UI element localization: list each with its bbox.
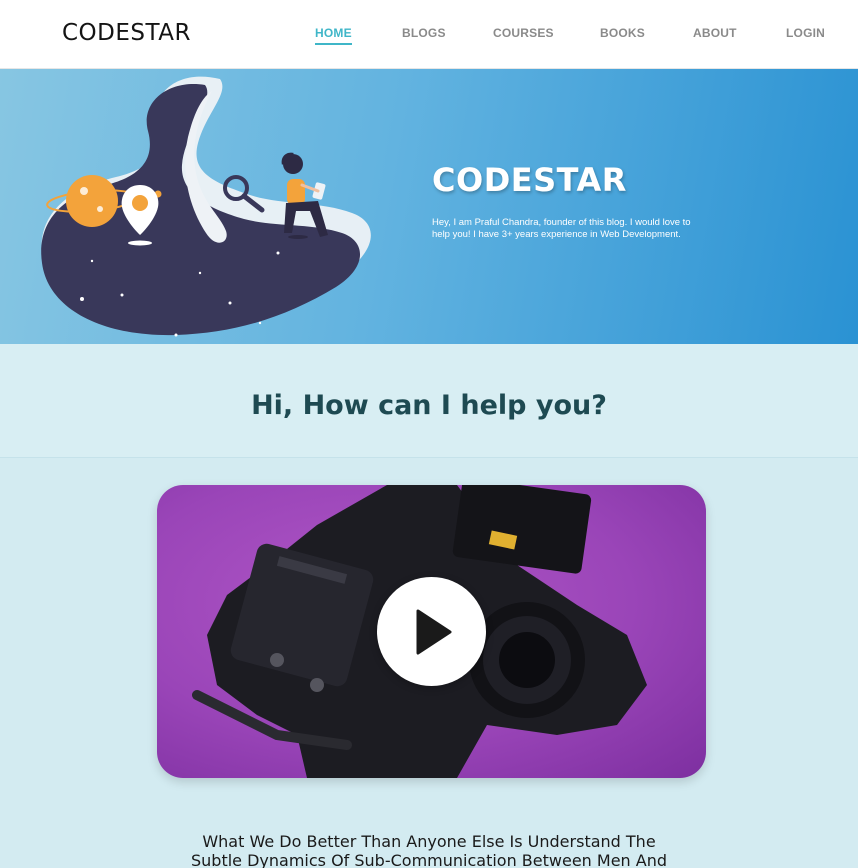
hero-banner: CODESTAR Hey, I am Praful Chandra, found… xyxy=(0,69,858,344)
nav-about[interactable]: ABOUT xyxy=(693,26,737,40)
tagline: What We Do Better Than Anyone Else Is Un… xyxy=(0,832,858,868)
nav-books[interactable]: BOOKS xyxy=(600,26,645,40)
play-icon xyxy=(416,609,452,655)
help-heading: Hi, How can I help you? xyxy=(251,390,607,421)
nav-home[interactable]: HOME xyxy=(315,26,352,45)
main-nav: HOME BLOGS COURSES BOOKS ABOUT LOGIN xyxy=(0,26,858,46)
play-button[interactable] xyxy=(377,577,486,686)
site-header: CODESTAR HOME BLOGS COURSES BOOKS ABOUT … xyxy=(0,0,858,69)
hero-title: CODESTAR xyxy=(432,161,627,199)
hero-illustration xyxy=(41,76,371,337)
tagline-line-1: What We Do Better Than Anyone Else Is Un… xyxy=(202,832,656,851)
nav-blogs[interactable]: BLOGS xyxy=(402,26,446,40)
nav-courses[interactable]: COURSES xyxy=(493,26,554,40)
tagline-line-2: Subtle Dynamics Of Sub-Communication Bet… xyxy=(190,851,668,868)
nav-login[interactable]: LOGIN xyxy=(786,26,825,40)
hero-description: Hey, I am Praful Chandra, founder of thi… xyxy=(432,217,691,240)
